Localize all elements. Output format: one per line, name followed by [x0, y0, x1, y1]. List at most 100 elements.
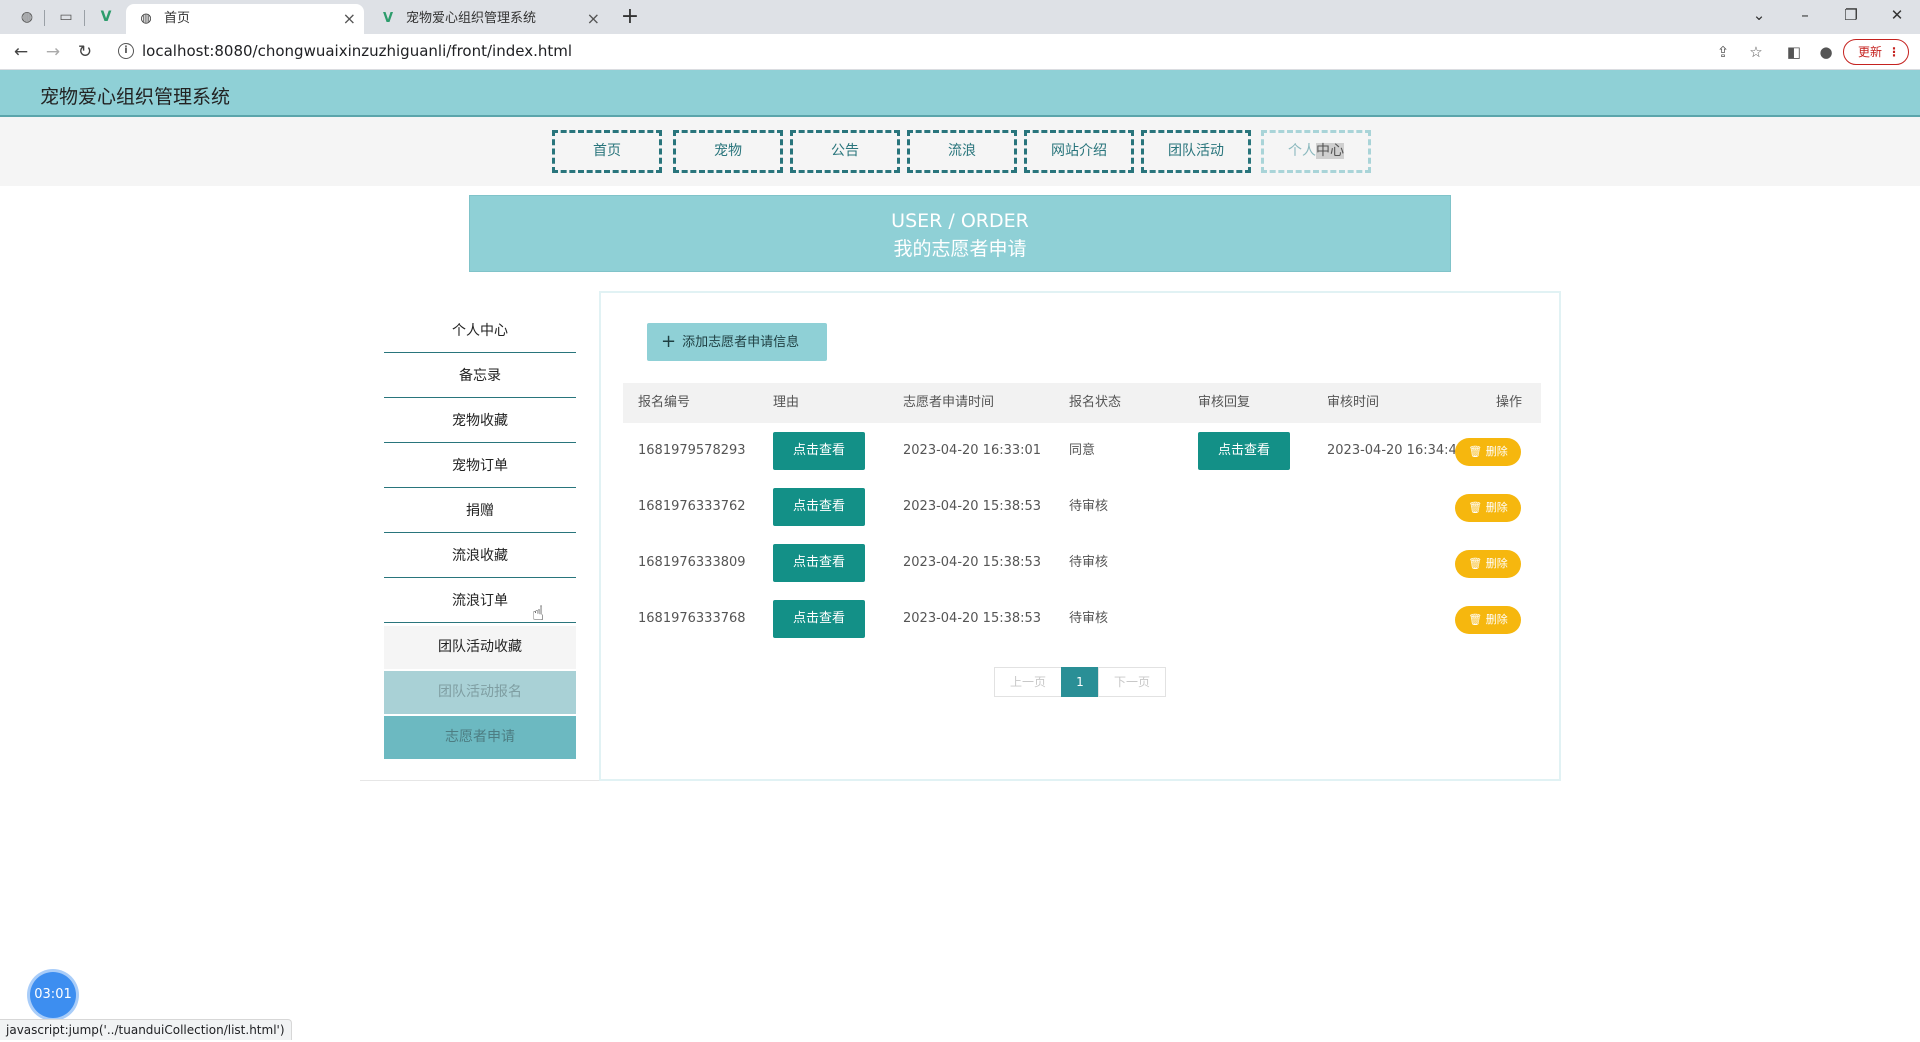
nav-personal-label: 个人	[1288, 143, 1316, 159]
delete-button[interactable]: 🗑 删除	[1455, 494, 1521, 522]
sidebar-item-pet-orders[interactable]: 宠物订单	[384, 445, 576, 488]
delete-label: 删除	[1485, 613, 1508, 626]
tab-home[interactable]: ◍ 首页 ×	[126, 4, 364, 34]
col-actions: 操作	[1496, 395, 1523, 410]
table-row: 1681976333768 点击查看 2023-04-20 15:38:53 待…	[623, 591, 1541, 647]
close-tab-icon[interactable]: ×	[343, 4, 356, 34]
main-nav: 首页 宠物 公告 流浪 网站介绍 团队活动 个人中心	[0, 117, 1920, 186]
reload-icon[interactable]: ↻	[73, 40, 97, 64]
status-text: 待审核	[1069, 499, 1109, 514]
update-button[interactable]: 更新 ⋮	[1843, 39, 1909, 65]
signup-number: 1681979578293	[638, 443, 746, 458]
delete-button[interactable]: 🗑 删除	[1455, 438, 1521, 466]
tab-search-chevron-icon[interactable]: ⌄	[1736, 0, 1782, 30]
profile-avatar-icon[interactable]: ●	[1815, 41, 1837, 63]
side-panel-icon[interactable]: ◧	[1783, 41, 1805, 63]
application-time: 2023-04-20 15:38:53	[903, 499, 1042, 514]
application-time: 2023-04-20 15:38:53	[903, 555, 1042, 570]
tab-separator	[44, 10, 45, 26]
hand-cursor-icon: ☝	[532, 601, 545, 625]
update-label: 更新	[1858, 45, 1883, 59]
table-row: 1681979578293 点击查看 2023-04-20 16:33:01 同…	[623, 423, 1541, 479]
sidebar-item-personal-center[interactable]: 个人中心	[384, 310, 576, 353]
add-application-button[interactable]: + 添加志愿者申请信息	[647, 323, 827, 361]
signup-number: 1681976333768	[638, 611, 746, 626]
globe-icon: ◍	[140, 11, 152, 26]
nav-team-activities[interactable]: 团队活动	[1141, 130, 1251, 173]
col-reason: 理由	[773, 395, 800, 410]
share-icon[interactable]: ⇪	[1712, 41, 1734, 63]
url-text[interactable]: localhost:8080/chongwuaixinzuzhiguanli/f…	[142, 42, 572, 60]
signup-number: 1681976333762	[638, 499, 746, 514]
sidebar-item-stray-orders[interactable]: 流浪订单	[384, 580, 576, 623]
tab-label: 首页	[164, 11, 191, 26]
site-title: 宠物爱心组织管理系统	[40, 86, 231, 108]
sidebar-item-volunteer-application[interactable]: 志愿者申请	[384, 716, 576, 759]
sidebar-item-pet-favorites[interactable]: 宠物收藏	[384, 400, 576, 443]
site-header: 宠物爱心组织管理系统	[0, 70, 1920, 117]
status-text: 待审核	[1069, 611, 1109, 626]
nav-announcements[interactable]: 公告	[790, 130, 900, 173]
plus-icon: +	[661, 331, 677, 352]
site-info-icon[interactable]: i	[118, 43, 134, 59]
recording-timer-badge[interactable]: 03:01	[30, 972, 76, 1018]
forward-icon[interactable]: →	[41, 40, 65, 64]
col-review-time: 审核时间	[1327, 395, 1380, 410]
close-tab-icon[interactable]: ×	[587, 4, 600, 34]
back-icon[interactable]: ←	[9, 40, 33, 64]
page-banner: USER / ORDER 我的志愿者申请	[469, 195, 1451, 272]
pinned-globe-icon[interactable]: ◍	[17, 7, 37, 27]
col-application-time: 志愿者申请时间	[903, 395, 995, 410]
minimize-icon[interactable]: –	[1782, 0, 1828, 30]
user-sidebar: 个人中心 备忘录 宠物收藏 宠物订单 捐赠 流浪收藏 流浪订单 团队活动收藏 团…	[360, 292, 600, 781]
sidebar-item-team-signup[interactable]: 团队活动报名	[384, 671, 576, 714]
tab-system[interactable]: V 宠物爱心组织管理系统 ×	[368, 4, 608, 34]
address-toolbar: ← → ↻ i localhost:8080/chongwuaixinzuzhi…	[0, 34, 1920, 70]
nav-home[interactable]: 首页	[552, 130, 662, 173]
pinned-page-icon[interactable]: ▭	[56, 7, 76, 27]
browser-tab-strip: ◍ ▭ V ◍ 首页 × V 宠物爱心组织管理系统 × + ⌄ – ❐ ✕	[0, 0, 1920, 34]
delete-label: 删除	[1485, 445, 1508, 458]
view-reply-button[interactable]: 点击查看	[1198, 432, 1290, 470]
close-window-icon[interactable]: ✕	[1874, 0, 1920, 30]
table-row: 1681976333809 点击查看 2023-04-20 15:38:53 待…	[623, 535, 1541, 591]
address-bar[interactable]: i localhost:8080/chongwuaixinzuzhiguanli…	[108, 38, 1764, 66]
col-status: 报名状态	[1069, 395, 1122, 410]
nav-hover-highlight: 中心	[1316, 143, 1344, 159]
delete-label: 删除	[1485, 501, 1508, 514]
view-reason-button[interactable]: 点击查看	[773, 432, 865, 470]
next-page-button[interactable]: 下一页	[1098, 667, 1166, 697]
trash-icon: 🗑	[1468, 445, 1486, 458]
delete-button[interactable]: 🗑 删除	[1455, 550, 1521, 578]
sidebar-item-donation[interactable]: 捐赠	[384, 490, 576, 533]
nav-site-intro[interactable]: 网站介绍	[1024, 130, 1134, 173]
page-1-button[interactable]: 1	[1061, 667, 1099, 697]
sidebar-item-memo[interactable]: 备忘录	[384, 355, 576, 398]
sidebar-item-team-favorites[interactable]: 团队活动收藏	[384, 626, 576, 669]
bookmark-star-icon[interactable]: ☆	[1745, 41, 1767, 63]
review-time: 2023-04-20 16:34:46	[1327, 443, 1466, 458]
delete-button[interactable]: 🗑 删除	[1455, 606, 1521, 634]
sidebar-item-stray-favorites[interactable]: 流浪收藏	[384, 535, 576, 578]
col-signup-number: 报名编号	[638, 395, 691, 410]
page-title: 我的志愿者申请	[893, 238, 1027, 260]
nav-personal-center[interactable]: 个人中心	[1261, 130, 1371, 173]
trash-icon: 🗑	[1468, 557, 1486, 570]
view-reason-button[interactable]: 点击查看	[773, 544, 865, 582]
view-reason-button[interactable]: 点击查看	[773, 600, 865, 638]
vue-icon: V	[382, 11, 394, 26]
pinned-vue-icon[interactable]: V	[96, 7, 116, 27]
banner-subtitle: USER / ORDER	[891, 210, 1029, 232]
restore-icon[interactable]: ❐	[1828, 0, 1874, 30]
nav-strays[interactable]: 流浪	[907, 130, 1017, 173]
tab-label: 宠物爱心组织管理系统	[406, 11, 537, 26]
nav-pets[interactable]: 宠物	[673, 130, 783, 173]
signup-number: 1681976333809	[638, 555, 746, 570]
prev-page-button[interactable]: 上一页	[994, 667, 1062, 697]
more-menu-icon[interactable]: ⋮	[1888, 40, 1900, 64]
tab-separator	[84, 10, 85, 26]
table-header: 报名编号 理由 志愿者申请时间 报名状态 审核回复 审核时间 操作	[623, 383, 1541, 423]
link-status-bar: javascript:jump('../tuanduiCollection/li…	[0, 1019, 292, 1040]
view-reason-button[interactable]: 点击查看	[773, 488, 865, 526]
new-tab-button[interactable]: +	[616, 4, 644, 32]
